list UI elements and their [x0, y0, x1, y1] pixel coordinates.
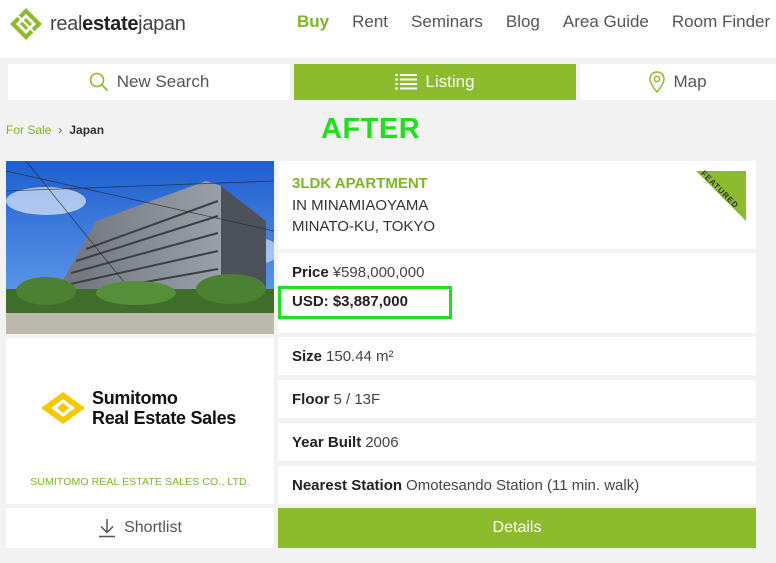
download-arrow-icon — [99, 519, 116, 538]
site-logo[interactable]: realestatejapan — [8, 8, 186, 40]
agent-logo-line1: Sumitomo — [92, 388, 178, 408]
year-built-label: Year Built — [292, 433, 362, 451]
breadcrumb-for-sale[interactable]: For Sale — [6, 123, 51, 137]
logo-wordmark: realestatejapan — [50, 12, 186, 35]
floor-value: 5 / 13F — [333, 390, 381, 408]
shortlist-button[interactable]: Shortlist — [6, 508, 274, 548]
listing-type[interactable]: 3LDK APARTMENT — [292, 175, 428, 192]
breadcrumb-separator: › — [58, 123, 63, 137]
breadcrumb-current: Japan — [69, 123, 105, 137]
floor-row: Floor 5 / 13F — [278, 380, 756, 418]
property-photo[interactable] — [6, 161, 274, 334]
tab-listing[interactable]: Listing — [294, 64, 576, 100]
tab-map-label: Map — [673, 72, 707, 91]
year-built-value: 2006 — [365, 433, 399, 451]
size-value: 150.44 m² — [326, 347, 394, 365]
nav-area-guide[interactable]: Area Guide — [563, 12, 649, 32]
map-pin-icon — [649, 71, 666, 93]
tab-map[interactable]: Map — [580, 64, 776, 100]
year-built-row: Year Built 2006 — [278, 423, 756, 461]
floor-label: Floor — [292, 390, 330, 408]
details-button[interactable]: Details — [278, 508, 756, 548]
nav-blog[interactable]: Blog — [506, 12, 540, 32]
agent-panel[interactable]: Sumitomo Real Estate Sales SUMITOMO REAL… — [6, 338, 274, 504]
size-label: Size — [292, 347, 323, 365]
listing-title-panel: 3LDK APARTMENT IN MINAMIAOYAMA MINATO-KU… — [278, 161, 756, 249]
breadcrumb: For Sale › Japan — [6, 123, 104, 137]
view-tabs: New Search Listing Map — [8, 64, 776, 100]
search-icon — [89, 72, 108, 92]
main-nav: Buy Rent Seminars Blog Area Guide Room F… — [297, 12, 776, 32]
agent-logo-line2: Real Estate Sales — [92, 408, 236, 428]
shortlist-label: Shortlist — [124, 519, 182, 536]
nav-buy[interactable]: Buy — [297, 12, 329, 32]
price-row: Price ¥598,000,000 — [292, 264, 424, 281]
size-row: Size 150.44 m² — [278, 337, 756, 375]
tab-listing-label: Listing — [425, 72, 475, 91]
after-annotation: AFTER — [321, 113, 421, 145]
nav-seminars[interactable]: Seminars — [411, 12, 483, 32]
tab-new-search[interactable]: New Search — [8, 64, 290, 100]
logo-icon — [10, 8, 42, 40]
agent-logo: Sumitomo Real Estate Sales — [40, 388, 236, 428]
nav-room-finder[interactable]: Room Finder — [672, 12, 770, 32]
list-icon — [395, 74, 418, 90]
sumitomo-logo-icon — [41, 392, 85, 424]
price-label: Price — [292, 264, 329, 281]
nearest-station-value: Omotesando Station (11 min. walk) — [406, 476, 640, 494]
price-value: ¥598,000,000 — [332, 264, 425, 281]
nav-rent[interactable]: Rent — [352, 12, 388, 32]
nearest-station-row: Nearest Station Omotesando Station (11 mi… — [278, 466, 756, 504]
site-header: realestatejapan Buy Rent Seminars Blog A… — [0, 0, 776, 58]
tab-new-search-label: New Search — [116, 72, 210, 91]
nearest-station-label: Nearest Station — [292, 476, 403, 494]
details-label: Details — [492, 519, 542, 536]
usd-highlight-box — [278, 286, 452, 319]
agent-name[interactable]: SUMITOMO REAL ESTATE SALES CO., LTD. — [6, 476, 274, 488]
listing-area: IN MINAMIAOYAMA — [292, 197, 429, 214]
listing-ward: MINATO-KU, TOKYO — [292, 218, 436, 235]
building-photo-graphic — [6, 161, 274, 334]
